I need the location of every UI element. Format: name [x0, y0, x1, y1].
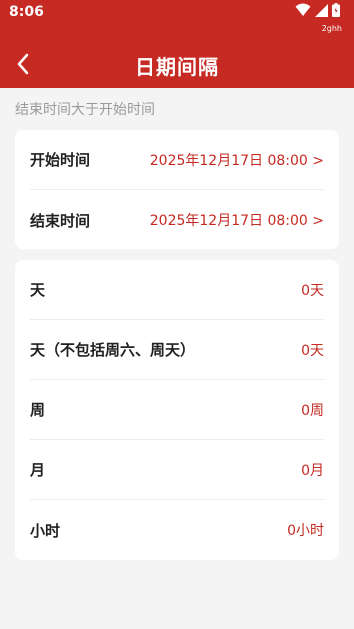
page-title: 日期间隔 [135, 55, 219, 79]
status-icons [295, 3, 340, 17]
result-row-workdays: 天（不包括周六、周天） 0天 [30, 320, 324, 380]
result-value: 0天 [301, 342, 324, 359]
app-bar: 日期间隔 [0, 40, 354, 88]
result-label: 周 [30, 401, 46, 419]
end-time-row[interactable]: 结束时间 2025年12月17日 08:00 > [30, 190, 324, 250]
battery-icon [332, 3, 340, 17]
signal-icon [315, 3, 328, 17]
result-label: 天（不包括周六、周天） [30, 341, 196, 359]
wifi-icon [295, 3, 311, 16]
result-label: 天 [30, 281, 46, 299]
carrier-label: 2ghh [321, 24, 342, 33]
result-label: 小时 [30, 521, 61, 540]
result-label: 月 [30, 461, 46, 479]
result-row-hours: 小时 0小时 [30, 500, 324, 560]
result-value: 0月 [301, 462, 324, 479]
end-time-value[interactable]: 2025年12月17日 08:00 > [150, 210, 324, 230]
result-value: 0天 [301, 282, 324, 299]
start-time-row[interactable]: 开始时间 2025年12月17日 08:00 > [30, 130, 324, 190]
result-row-weeks: 周 0周 [30, 380, 324, 440]
result-value: 0周 [301, 402, 324, 419]
result-row-months: 月 0月 [30, 440, 324, 500]
result-value: 0小时 [287, 523, 324, 539]
result-row-days: 天 0天 [30, 260, 324, 320]
status-time: 8:06 [9, 4, 44, 20]
start-time-value[interactable]: 2025年12月17日 08:00 > [150, 150, 324, 170]
end-time-label: 结束时间 [30, 211, 91, 230]
hint-text: 结束时间大于开始时间 [15, 102, 155, 118]
start-time-label: 开始时间 [30, 151, 91, 169]
status-bar: 8:06 2ghh [0, 0, 354, 40]
time-card: 开始时间 2025年12月17日 08:00 > 结束时间 2025年12月17… [15, 130, 339, 249]
result-card: 天 0天 天（不包括周六、周天） 0天 周 0周 月 0月 小时 0小时 [15, 260, 339, 560]
